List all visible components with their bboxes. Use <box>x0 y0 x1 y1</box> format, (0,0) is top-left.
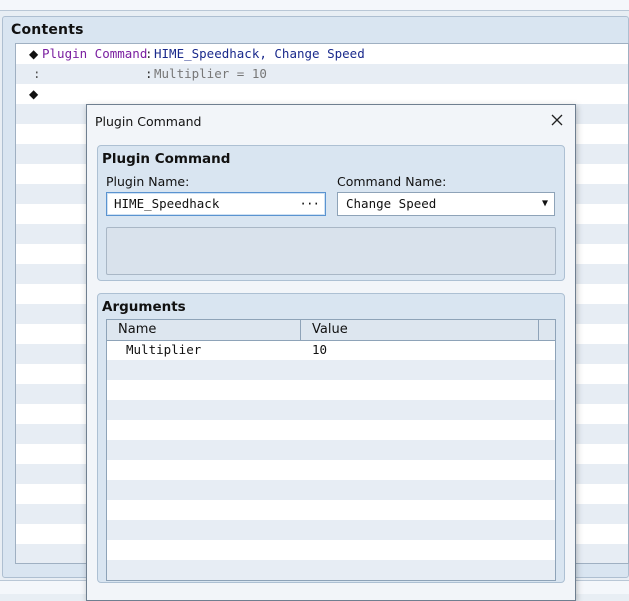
event-row-plugin-command[interactable]: ◆ Plugin Command : HIME_Speedhack, Chang… <box>16 44 628 64</box>
chevron-down-icon[interactable]: ▼ <box>542 193 548 215</box>
diamond-icon: ◆ <box>29 47 39 61</box>
event-separator: : <box>145 46 153 61</box>
plugin-name-value: HIME_Speedhack <box>114 196 220 211</box>
event-separator: : <box>145 66 153 81</box>
column-header-value[interactable]: Value <box>301 320 539 340</box>
event-command-value: HIME_Speedhack, Change Speed <box>154 46 365 61</box>
event-argument-value: Multiplier = 10 <box>154 66 267 81</box>
event-row-argument[interactable]: : : Multiplier = 10 <box>16 64 628 84</box>
contents-title: Contents <box>11 22 84 38</box>
arguments-group-title: Arguments <box>102 299 186 315</box>
argument-name: Multiplier <box>126 342 202 357</box>
plugin-name-field[interactable]: HIME_Speedhack ··· <box>106 192 326 216</box>
arguments-table-header: Name Value <box>107 320 555 341</box>
argument-value: 10 <box>312 342 328 357</box>
event-continuation-mark: : <box>33 66 41 81</box>
plugin-command-group: Plugin Command Plugin Name: Command Name… <box>97 145 565 281</box>
command-description-box <box>106 227 556 275</box>
table-row[interactable]: Multiplier 10 <box>107 340 555 360</box>
event-row-empty[interactable]: ◆ <box>16 84 628 104</box>
plugin-command-group-title: Plugin Command <box>102 151 231 167</box>
command-name-value: Change Speed <box>346 196 437 211</box>
plugin-name-label: Plugin Name: <box>106 174 190 189</box>
top-strip <box>0 0 629 11</box>
arguments-table[interactable]: Name Value Multiplier 10 <box>106 319 556 581</box>
diamond-icon: ◆ <box>29 87 39 101</box>
browse-plugin-button[interactable]: ··· <box>299 193 320 215</box>
command-name-select[interactable]: Change Speed ▼ <box>337 192 555 216</box>
event-command-name: Plugin Command <box>42 46 148 61</box>
close-icon[interactable] <box>547 110 567 130</box>
column-header-name[interactable]: Name <box>107 320 301 340</box>
plugin-command-dialog: Plugin Command Plugin Command Plugin Nam… <box>86 104 576 601</box>
dialog-title: Plugin Command <box>95 114 202 129</box>
arguments-group: Arguments Name Value Multiplier 10 <box>97 293 565 583</box>
command-name-label: Command Name: <box>337 174 447 189</box>
